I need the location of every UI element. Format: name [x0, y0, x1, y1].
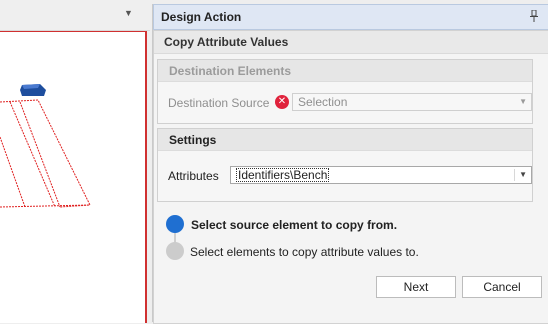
- select-divider: [514, 169, 515, 181]
- section-title: Copy Attribute Values: [154, 31, 548, 54]
- step-2-indicator: [166, 242, 184, 260]
- destination-source-select[interactable]: Selection ▼: [292, 93, 532, 111]
- destination-source-value: Selection: [298, 95, 348, 109]
- chevron-down-icon: ▼: [519, 170, 527, 179]
- error-icon: ✕: [275, 95, 289, 109]
- panel-header: Design Action: [153, 4, 548, 30]
- panel-title: Design Action: [161, 10, 242, 24]
- design-action-panel: Design Action Copy Attribute Values Dest…: [152, 4, 548, 324]
- chevron-down-icon: ▼: [519, 97, 527, 106]
- pin-icon[interactable]: [530, 10, 538, 22]
- chevron-down-icon[interactable]: ▼: [124, 8, 133, 18]
- outline-shape: [0, 99, 91, 208]
- viewport-toolbar: ▼: [0, 0, 150, 31]
- attributes-select[interactable]: Identifiers\Bench ▼: [230, 166, 532, 184]
- next-button[interactable]: Next: [376, 276, 456, 298]
- step-1-indicator: [166, 215, 184, 233]
- copy-attribute-values-section: Copy Attribute Values Destination Elemen…: [153, 30, 548, 324]
- settings-group: Settings Attributes Identifiers\Bench ▼: [157, 128, 533, 202]
- step-2-label: Select elements to copy attribute values…: [190, 245, 419, 259]
- viewport-drawing: [0, 84, 91, 208]
- group-title-settings: Settings: [158, 129, 532, 151]
- model-viewport[interactable]: [0, 31, 147, 323]
- cancel-button[interactable]: Cancel: [462, 276, 542, 298]
- attributes-value: Identifiers\Bench: [236, 168, 330, 182]
- attributes-label: Attributes: [168, 169, 219, 183]
- destination-source-label: Destination Source: [168, 96, 270, 110]
- destination-elements-group: Destination Elements Destination Source …: [157, 59, 533, 124]
- step-1-label: Select source element to copy from.: [191, 218, 398, 232]
- group-title-destination: Destination Elements: [158, 60, 532, 82]
